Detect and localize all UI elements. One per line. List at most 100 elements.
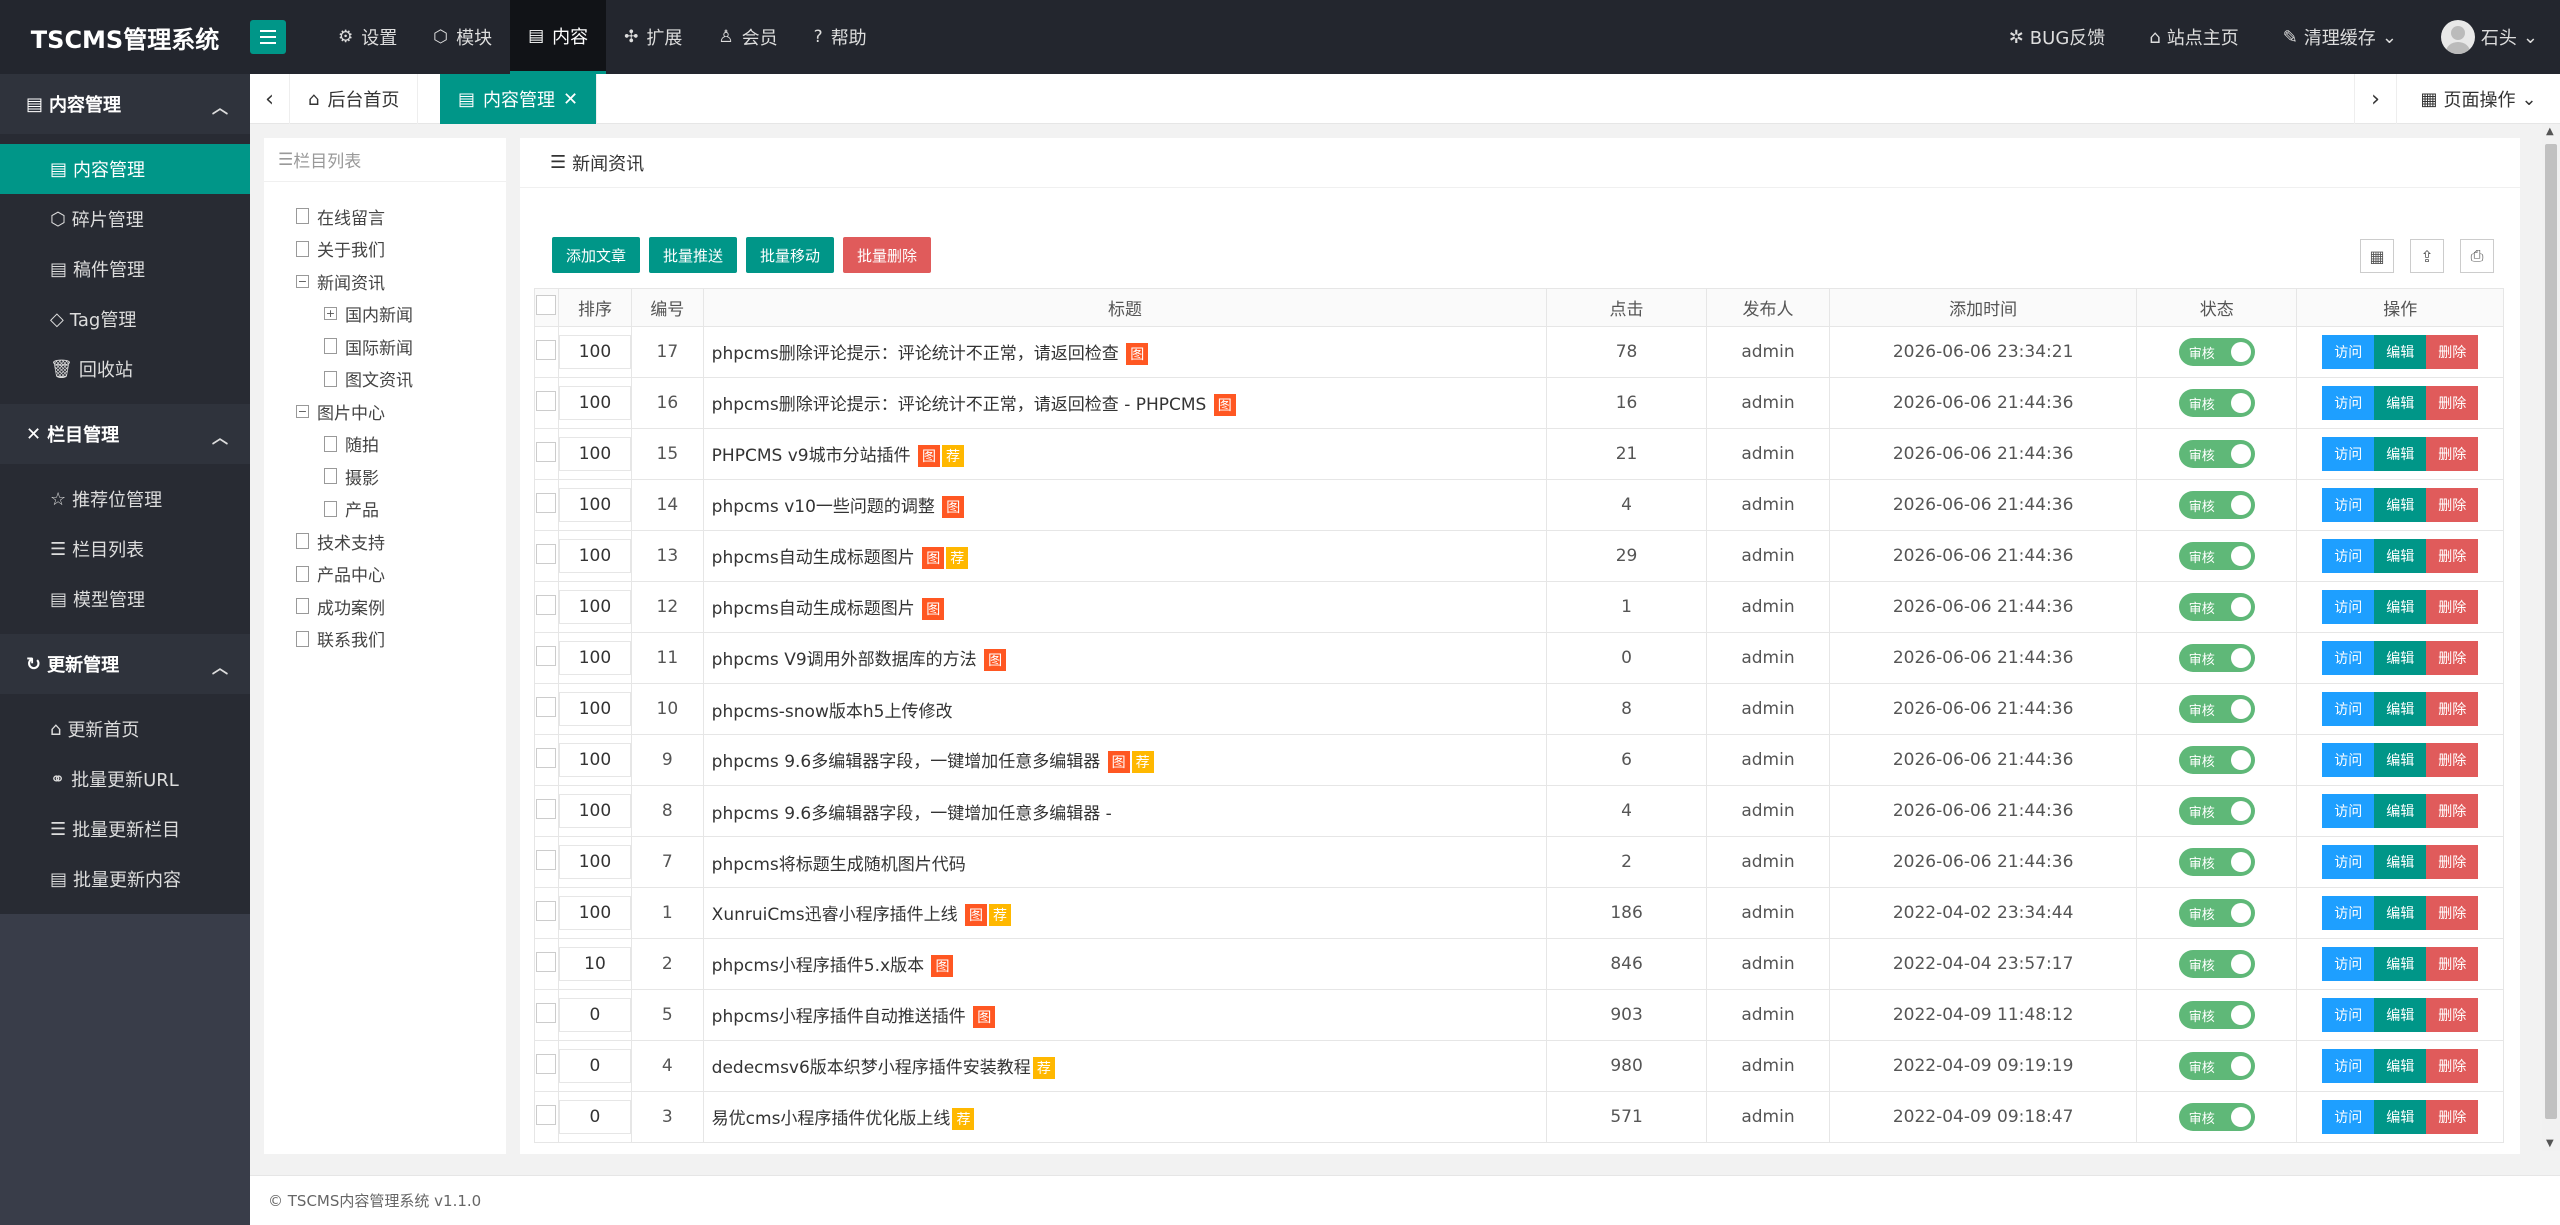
edit-button[interactable]: 编辑: [2374, 437, 2427, 471]
col-time[interactable]: 添加时间: [1829, 288, 2137, 327]
edit-button[interactable]: 编辑: [2374, 743, 2427, 777]
page-ops-dropdown[interactable]: ▦ 页面操作 ⌄: [2396, 74, 2560, 124]
title-text[interactable]: phpcms v10一些问题的调整: [712, 497, 935, 517]
status-toggle[interactable]: 审核: [2178, 797, 2255, 825]
status-toggle[interactable]: 审核: [2178, 1001, 2255, 1029]
scroll-up-icon[interactable]: ▲: [2546, 126, 2554, 137]
delete-button[interactable]: 删除: [2426, 794, 2479, 828]
edit-button[interactable]: 编辑: [2374, 1100, 2427, 1134]
status-toggle[interactable]: 审核: [2178, 389, 2255, 417]
edit-button[interactable]: 编辑: [2374, 845, 2427, 879]
topnav-settings[interactable]: ⚙ 设置: [320, 0, 415, 74]
visit-button[interactable]: 访问: [2322, 743, 2375, 777]
tree-node[interactable]: 技术支持: [288, 525, 506, 558]
expand-icon[interactable]: +: [324, 307, 337, 321]
sidebar-group-content[interactable]: ▤ 内容管理 ︿: [0, 74, 250, 134]
status-toggle[interactable]: 审核: [2178, 542, 2255, 570]
delete-button[interactable]: 删除: [2426, 845, 2479, 879]
collapse-icon[interactable]: −: [296, 404, 309, 418]
delete-button[interactable]: 删除: [2426, 539, 2479, 573]
delete-button[interactable]: 删除: [2426, 1100, 2479, 1134]
row-checkbox[interactable]: [536, 594, 557, 615]
status-toggle[interactable]: 审核: [2178, 491, 2255, 519]
visit-button[interactable]: 访问: [2322, 794, 2375, 828]
visit-button[interactable]: 访问: [2322, 590, 2375, 624]
visit-button[interactable]: 访问: [2322, 896, 2375, 930]
topnav-content[interactable]: ▤ 内容: [510, 0, 607, 74]
row-checkbox[interactable]: [536, 747, 557, 768]
status-toggle[interactable]: 审核: [2178, 848, 2255, 876]
page-scrollbar[interactable]: ▲ ▼: [2542, 124, 2560, 1151]
row-checkbox[interactable]: [536, 339, 557, 360]
sort-input[interactable]: 100: [558, 539, 631, 573]
edit-button[interactable]: 编辑: [2374, 947, 2427, 981]
title-text[interactable]: phpcms小程序插件自动推送插件: [712, 1007, 966, 1027]
title-text[interactable]: phpcms将标题生成随机图片代码: [712, 855, 966, 875]
site-home-link[interactable]: ⌂ 站点主页: [2127, 0, 2260, 74]
edit-button[interactable]: 编辑: [2374, 794, 2427, 828]
title-text[interactable]: phpcms删除评论提示：评论统计不正常，请返回检查: [712, 344, 1119, 364]
visit-button[interactable]: 访问: [2322, 1049, 2375, 1083]
delete-button[interactable]: 删除: [2426, 998, 2479, 1032]
columns-icon[interactable]: ▦: [2360, 239, 2394, 273]
sort-input[interactable]: 100: [558, 488, 631, 522]
status-toggle[interactable]: 审核: [2178, 644, 2255, 672]
col-sort[interactable]: 排序: [557, 288, 632, 327]
row-checkbox[interactable]: [536, 696, 557, 717]
col-author[interactable]: 发布人: [1705, 288, 1831, 327]
app-title[interactable]: TSCMS管理系统: [0, 0, 250, 74]
row-checkbox[interactable]: [536, 645, 557, 666]
tabs-next-button[interactable]: ›: [2354, 74, 2396, 124]
visit-button[interactable]: 访问: [2322, 335, 2375, 369]
bug-report-link[interactable]: ✲ BUG反馈: [1987, 0, 2128, 74]
add-article-button[interactable]: 添加文章: [552, 237, 641, 273]
delete-button[interactable]: 删除: [2426, 437, 2479, 471]
export-icon[interactable]: ⇪: [2410, 239, 2444, 273]
delete-button[interactable]: 删除: [2426, 488, 2479, 522]
status-toggle[interactable]: 审核: [2178, 1103, 2255, 1131]
sidebar-item-positions[interactable]: ☆ 推荐位管理: [0, 474, 250, 524]
status-toggle[interactable]: 审核: [2178, 593, 2255, 621]
visit-button[interactable]: 访问: [2322, 947, 2375, 981]
batch-delete-button[interactable]: 批量删除: [843, 237, 932, 273]
sort-input[interactable]: 100: [558, 386, 631, 420]
visit-button[interactable]: 访问: [2322, 437, 2375, 471]
tree-node[interactable]: 联系我们: [288, 623, 506, 656]
collapse-icon[interactable]: −: [296, 274, 309, 288]
sidebar-item-tags[interactable]: ◇ Tag管理: [0, 294, 250, 344]
row-checkbox[interactable]: [536, 492, 557, 513]
status-toggle[interactable]: 审核: [2178, 1052, 2255, 1080]
tree-node[interactable]: 产品: [288, 493, 506, 526]
status-toggle[interactable]: 审核: [2178, 338, 2255, 366]
status-toggle[interactable]: 审核: [2178, 899, 2255, 927]
tab-home[interactable]: ⌂ 后台首页: [290, 74, 419, 124]
row-checkbox[interactable]: [536, 441, 557, 462]
delete-button[interactable]: 删除: [2426, 386, 2479, 420]
tree-node[interactable]: 关于我们: [288, 233, 506, 266]
sort-input[interactable]: 100: [558, 896, 631, 930]
delete-button[interactable]: 删除: [2426, 641, 2479, 675]
visit-button[interactable]: 访问: [2322, 998, 2375, 1032]
col-id[interactable]: 编号: [630, 288, 704, 327]
edit-button[interactable]: 编辑: [2374, 386, 2427, 420]
delete-button[interactable]: 删除: [2426, 590, 2479, 624]
visit-button[interactable]: 访问: [2322, 1100, 2375, 1134]
row-checkbox[interactable]: [536, 951, 557, 972]
visit-button[interactable]: 访问: [2322, 845, 2375, 879]
scrollbar-thumb[interactable]: [2545, 144, 2557, 1119]
edit-button[interactable]: 编辑: [2374, 998, 2427, 1032]
col-title[interactable]: 标题: [702, 288, 1548, 327]
edit-button[interactable]: 编辑: [2374, 488, 2427, 522]
row-checkbox[interactable]: [536, 900, 557, 921]
visit-button[interactable]: 访问: [2322, 488, 2375, 522]
status-toggle[interactable]: 审核: [2178, 950, 2255, 978]
select-all-checkbox[interactable]: [536, 295, 557, 315]
sidebar-item-update-columns[interactable]: ☰ 批量更新栏目: [0, 804, 250, 854]
title-text[interactable]: XunruiCms迅睿小程序插件上线: [712, 905, 958, 925]
sidebar-item-drafts[interactable]: ▤ 稿件管理: [0, 244, 250, 294]
edit-button[interactable]: 编辑: [2374, 896, 2427, 930]
sidebar-item-models[interactable]: ▤ 模型管理: [0, 574, 250, 624]
row-checkbox[interactable]: [536, 849, 557, 870]
sidebar-item-content[interactable]: ▤ 内容管理: [0, 144, 250, 194]
batch-push-button[interactable]: 批量推送: [649, 237, 738, 273]
